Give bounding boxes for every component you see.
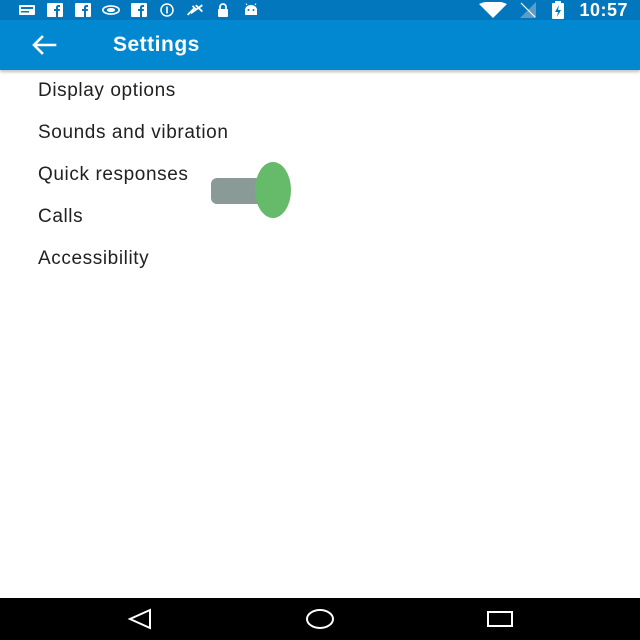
signal-icon (519, 2, 537, 18)
info-icon (158, 3, 176, 17)
status-bar-notifications (18, 2, 260, 18)
battery-charging-icon (549, 1, 567, 19)
status-bar-clock: 10:57 (579, 0, 628, 20)
notification-icon (18, 3, 36, 17)
facebook-icon (130, 3, 148, 17)
settings-item-accessibility[interactable]: Accessibility (0, 238, 640, 280)
recents-square-icon (487, 611, 513, 627)
tools-icon (186, 3, 204, 17)
status-bar-system: 10:57 (479, 0, 628, 20)
status-bar: 10:57 (0, 0, 640, 20)
facebook-icon (74, 3, 92, 17)
toggle-thumb (255, 162, 291, 218)
settings-item-display-options[interactable]: Display options (0, 70, 640, 112)
facebook-icon (46, 3, 64, 17)
back-triangle-icon (127, 608, 151, 630)
nav-back-button[interactable] (120, 604, 160, 634)
nav-home-button[interactable] (300, 604, 340, 634)
arrow-back-icon (32, 35, 57, 55)
settings-list: Display options Sounds and vibration Qui… (0, 70, 640, 280)
navigation-bar (0, 598, 640, 640)
nav-recents-button[interactable] (480, 604, 520, 634)
settings-item-calls[interactable]: Calls (0, 196, 640, 238)
lock-icon (214, 3, 232, 17)
wifi-icon (479, 2, 508, 18)
app-bar: Settings (0, 20, 640, 70)
back-button[interactable] (28, 32, 60, 58)
toggle-switch[interactable] (211, 162, 291, 218)
home-circle-icon (306, 609, 334, 629)
settings-item-quick-responses[interactable]: Quick responses (0, 154, 640, 196)
page-title: Settings (113, 33, 200, 56)
android-icon (242, 3, 260, 17)
nvidia-icon (102, 3, 120, 17)
settings-item-sounds-and-vibration[interactable]: Sounds and vibration (0, 112, 640, 154)
